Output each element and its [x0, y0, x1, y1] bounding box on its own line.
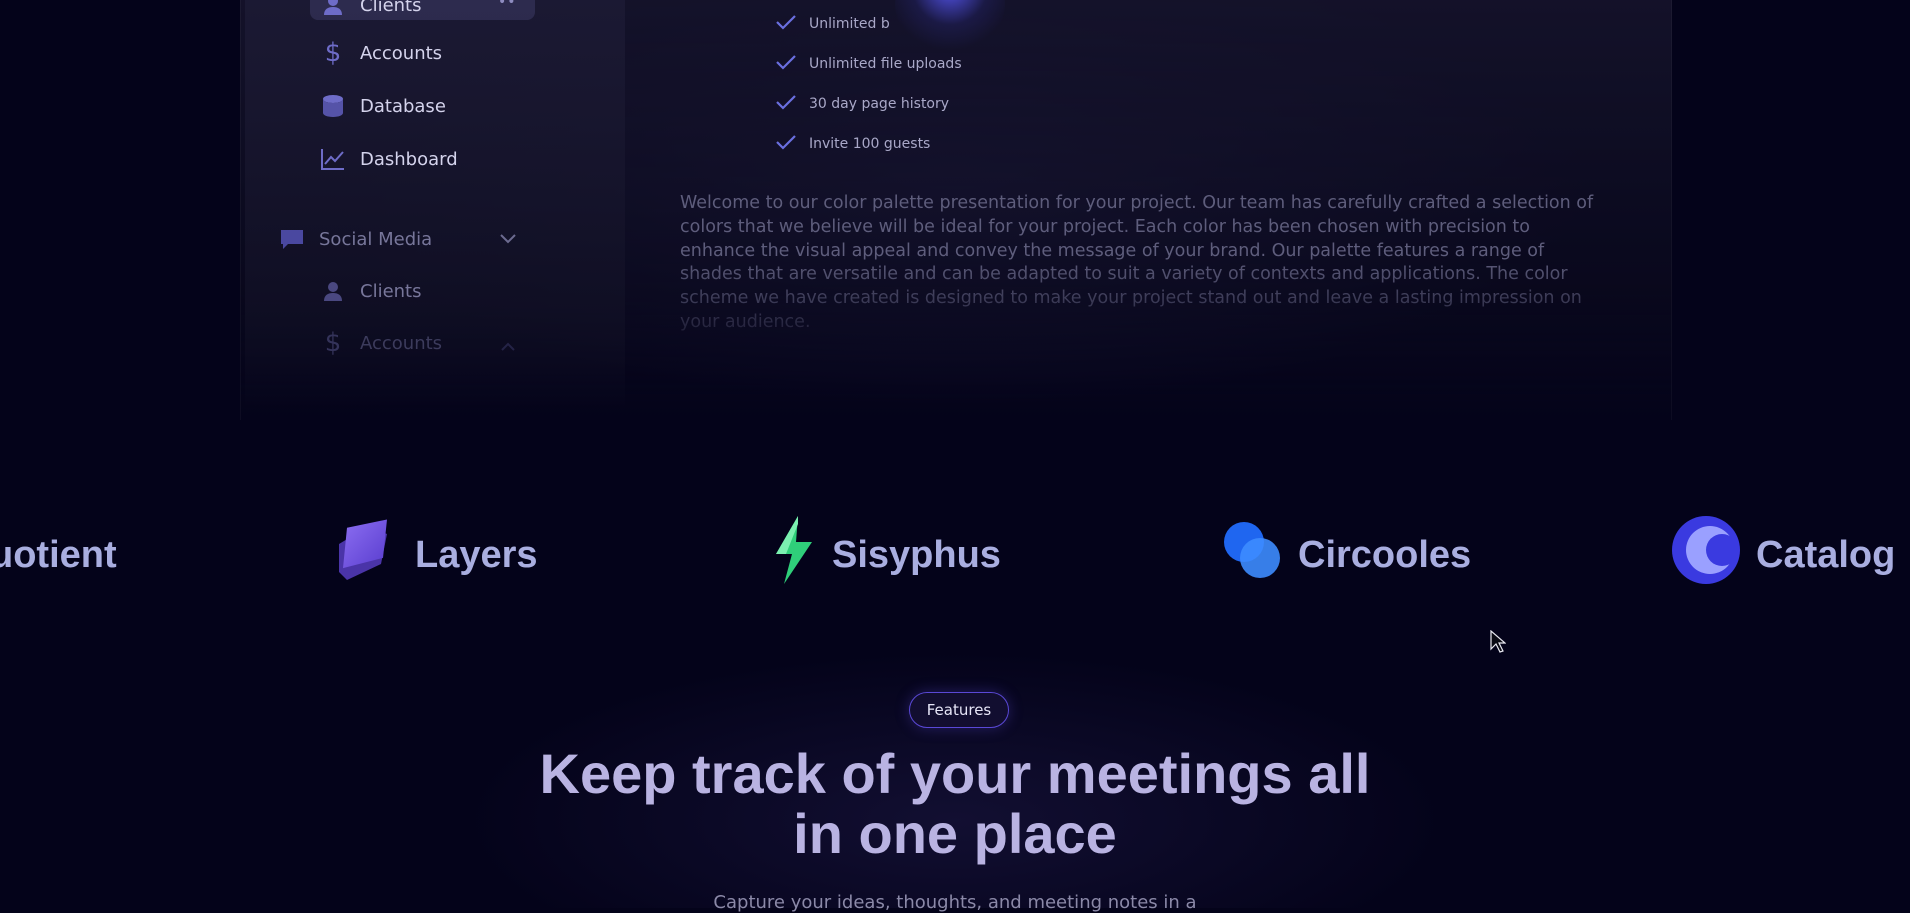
logo-name: Catalog — [1756, 533, 1896, 576]
more-icon[interactable]: •• — [498, 0, 517, 10]
feature-label: Invite 100 guests — [809, 136, 931, 152]
chart-line-icon — [320, 146, 346, 172]
check-icon — [775, 94, 797, 114]
sidebar-item-label: Database — [360, 95, 446, 117]
section-subtitle: Capture your ideas, thoughts, and meetin… — [713, 892, 1197, 913]
logo-circooles: Circooles — [1220, 510, 1471, 600]
chat-icon — [279, 226, 305, 252]
logo-strip: uotient Layers Sisyphus Circooles Catalo… — [0, 510, 1910, 600]
sidebar-subitem-clients[interactable]: Clients — [320, 278, 422, 304]
sidebar-item-accounts[interactable]: $ Accounts — [320, 38, 443, 68]
feature-item: 30 day page history — [775, 94, 949, 114]
logo-name: Circooles — [1298, 533, 1472, 576]
circles-icon — [1220, 518, 1284, 592]
user-icon — [320, 278, 346, 304]
dollar-icon: $ — [324, 328, 342, 358]
dollar-icon: $ — [324, 38, 342, 68]
features-badge: Features — [909, 692, 1009, 728]
sidebar-section-label: Social Media — [319, 228, 433, 250]
headline-line: Keep track of your meetings all — [539, 742, 1371, 805]
sidebar-item-clients[interactable]: Clients — [320, 0, 422, 18]
database-icon — [320, 93, 346, 119]
feature-item: Unlimited b — [775, 14, 890, 34]
headline-line: in one place — [793, 802, 1117, 865]
sidebar-item-database[interactable]: Database — [320, 93, 446, 119]
section-headline: Keep track of your meetings all in one p… — [455, 744, 1455, 864]
logo-layers: Layers — [325, 510, 538, 600]
sidebar-item-label: Clients — [360, 280, 422, 302]
logo-sisyphus: Sisyphus — [770, 510, 1001, 600]
sidebar-item-label: Accounts — [360, 42, 443, 64]
sidebar-item-label: Dashboard — [360, 148, 458, 170]
description-paragraph: Welcome to our color palette presentatio… — [680, 193, 1594, 332]
sidebar-item-label: Clients — [360, 0, 422, 16]
logo-name: Sisyphus — [832, 533, 1001, 576]
feature-label: 30 day page history — [809, 96, 950, 112]
catalog-icon — [1670, 514, 1742, 596]
check-icon — [775, 14, 797, 34]
feature-label: Unlimited file uploads — [809, 56, 962, 72]
chevron-up-icon — [500, 337, 516, 356]
user-icon — [320, 0, 346, 18]
sidebar-subitem-accounts[interactable]: $ Accounts — [320, 328, 443, 358]
lightning-icon — [770, 514, 818, 596]
feature-item: Unlimited file uploads — [775, 54, 962, 74]
sidebar-item-dashboard[interactable]: Dashboard — [320, 146, 458, 172]
feature-item: Invite 100 guests — [775, 134, 930, 154]
layers-icon — [325, 512, 401, 598]
sidebar-section-social-media[interactable]: Social Media — [279, 226, 432, 252]
mouse-cursor-icon — [1490, 629, 1507, 658]
logo-catalog: Catalog — [1670, 510, 1895, 600]
feature-label: Unlimited b — [809, 16, 890, 32]
logo-name: Layers — [415, 533, 538, 576]
chevron-down-icon[interactable] — [498, 230, 518, 249]
sidebar-item-label: Accounts — [360, 332, 443, 354]
logo-uotient: uotient — [0, 510, 117, 600]
logo-name: uotient — [0, 533, 117, 576]
check-icon — [775, 54, 797, 74]
check-icon — [775, 134, 797, 154]
